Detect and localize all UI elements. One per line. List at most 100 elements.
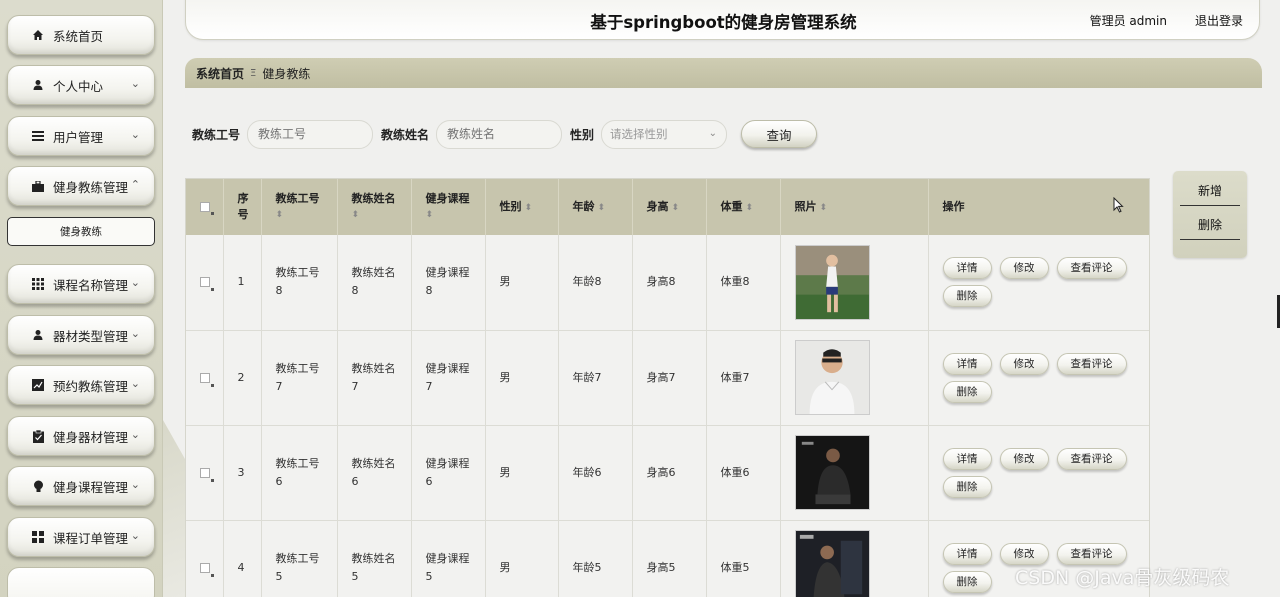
menu-coach-booking-label: 预约教练管理 <box>53 378 129 394</box>
menu-course-management[interactable]: 健身课程管理 ⌄ <box>7 466 155 506</box>
col-course[interactable]: 健身课程 ⬍ <box>411 179 486 235</box>
col-coach-id[interactable]: 教练工号 ⬍ <box>261 179 338 235</box>
breadcrumb-home[interactable]: 系统首页 <box>196 65 244 82</box>
coach-name-input[interactable] <box>436 119 563 149</box>
table-row: 2 教练工号7 教练姓名7 健身课程7 男 年龄7 身高7 体重7 详情 修改 … <box>186 330 1149 426</box>
delete-button[interactable]: 删除 <box>942 475 992 498</box>
row-checkbox[interactable] <box>186 235 224 331</box>
menu-course-order-management[interactable]: 课程订单管理 ⌄ <box>7 517 155 557</box>
view-reviews-button[interactable]: 查看评论 <box>1056 257 1127 280</box>
mouse-cursor-icon <box>1113 197 1124 213</box>
cell-ops: 详情 修改 查看评论 删除 <box>928 235 1149 331</box>
cell-ops: 详情 修改 查看评论 删除 <box>928 425 1149 521</box>
menu-home-label: 系统首页 <box>53 28 104 44</box>
edit-button[interactable]: 修改 <box>999 257 1049 280</box>
menu-coach-booking-management[interactable]: 预约教练管理 ⌄ <box>7 365 155 405</box>
breadcrumb-current: 健身教练 <box>262 66 311 81</box>
menu-equipment-label: 健身器材管理 <box>53 429 129 445</box>
gender-select-placeholder: 请选择性别 <box>610 127 668 141</box>
cell-height: 身高5 <box>632 520 707 597</box>
cell-coach-id: 教练工号8 <box>261 235 338 331</box>
cell-coach-name: 教练姓名6 <box>337 425 412 521</box>
row-checkbox[interactable] <box>186 520 224 597</box>
view-reviews-button[interactable]: 查看评论 <box>1056 542 1127 565</box>
logout-link[interactable]: 退出登录 <box>1195 12 1243 29</box>
coach-photo[interactable] <box>794 530 870 597</box>
menu-coach-management[interactable]: 健身教练管理 ⌃ <box>7 166 155 206</box>
cell-age: 年龄6 <box>558 425 633 521</box>
query-button[interactable]: 查询 <box>741 120 817 148</box>
menu-equipment-type-management[interactable]: 器材类型管理 ⌄ <box>7 315 155 355</box>
cell-photo <box>780 330 929 426</box>
breadcrumb-separator: Ξ <box>250 67 257 79</box>
cell-coach-name: 教练姓名5 <box>337 520 412 597</box>
cell-index: 2 <box>223 330 262 426</box>
detail-button[interactable]: 详情 <box>942 542 992 565</box>
col-coach-name[interactable]: 教练姓名 ⬍ <box>337 179 412 235</box>
add-button[interactable]: 新增 <box>1180 176 1240 206</box>
coach-photo[interactable] <box>794 435 870 510</box>
cell-height: 身高7 <box>632 330 707 426</box>
edit-button[interactable]: 修改 <box>999 542 1049 565</box>
coach-photo[interactable] <box>794 244 870 320</box>
coach-id-label: 教练工号 <box>192 127 241 142</box>
chevron-down-icon: ⌄ <box>130 327 140 340</box>
col-photo[interactable]: 照片 ⬍ <box>780 179 929 235</box>
delete-button[interactable]: 删除 <box>942 285 992 308</box>
col-age[interactable]: 年龄 ⬍ <box>558 179 633 235</box>
detail-button[interactable]: 详情 <box>942 447 992 470</box>
delete-button[interactable]: 删除 <box>942 570 992 593</box>
cell-photo <box>780 425 929 521</box>
cell-coach-id: 教练工号7 <box>261 330 338 426</box>
menu-home[interactable]: 系统首页 <box>7 15 155 55</box>
gender-select[interactable]: 请选择性别 ⌄ <box>601 119 728 149</box>
submenu-coach[interactable]: 健身教练 <box>7 217 155 246</box>
sort-icon: ⬍ <box>275 210 284 220</box>
select-all-checkbox[interactable] <box>186 179 224 235</box>
sort-icon: ⬍ <box>671 202 680 213</box>
coach-id-input[interactable] <box>247 119 374 149</box>
menu-user-management-label: 用户管理 <box>53 129 104 145</box>
menu-coach-management-label: 健身教练管理 <box>53 179 129 195</box>
view-reviews-button[interactable]: 查看评论 <box>1056 447 1127 470</box>
menu-personal-center[interactable]: 个人中心 ⌄ <box>7 65 155 105</box>
cell-age: 年龄8 <box>558 235 633 331</box>
sidebar-decoration <box>163 420 185 597</box>
menu-personal-center-label: 个人中心 <box>53 78 104 94</box>
detail-button[interactable]: 详情 <box>942 257 992 280</box>
menu-course-name-management[interactable]: 课程名称管理 ⌄ <box>7 264 155 304</box>
row-checkbox[interactable] <box>186 330 224 426</box>
menu-user-management[interactable]: 用户管理 ⌄ <box>7 116 155 156</box>
col-height[interactable]: 身高 ⬍ <box>632 179 707 235</box>
cell-index: 4 <box>223 520 262 597</box>
col-index[interactable]: 序号 <box>223 179 262 235</box>
menu-item-partial[interactable] <box>7 567 155 597</box>
cell-photo <box>780 235 929 331</box>
cell-weight: 体重8 <box>706 235 781 331</box>
cell-photo <box>780 520 929 597</box>
table-row: 1 教练工号8 教练姓名8 健身课程8 男 年龄8 身高8 体重8 详情 修改 … <box>186 235 1149 331</box>
cell-coach-name: 教练姓名7 <box>337 330 412 426</box>
edit-button[interactable]: 修改 <box>999 447 1049 470</box>
menu-course-order-label: 课程订单管理 <box>53 530 129 546</box>
grid-icon <box>30 277 46 291</box>
chevron-down-icon: ⌄ <box>130 377 140 390</box>
menu-course-label: 健身课程管理 <box>53 479 129 495</box>
breadcrumb: 系统首页 Ξ 健身教练 <box>185 58 1262 88</box>
current-user: 管理员 admin <box>1089 14 1167 28</box>
batch-delete-button[interactable]: 删除 <box>1180 210 1240 240</box>
detail-button[interactable]: 详情 <box>942 352 992 375</box>
cell-course: 健身课程5 <box>411 520 486 597</box>
row-checkbox[interactable] <box>186 425 224 521</box>
coach-photo[interactable] <box>794 340 870 415</box>
cell-course: 健身课程7 <box>411 330 486 426</box>
menu-equipment-management[interactable]: 健身器材管理 ⌄ <box>7 416 155 456</box>
delete-button[interactable]: 删除 <box>942 380 992 403</box>
cell-weight: 体重5 <box>706 520 781 597</box>
cell-weight: 体重7 <box>706 330 781 426</box>
edit-button[interactable]: 修改 <box>999 352 1049 375</box>
col-weight[interactable]: 体重 ⬍ <box>706 179 781 235</box>
view-reviews-button[interactable]: 查看评论 <box>1056 352 1127 375</box>
col-gender[interactable]: 性别 ⬍ <box>485 179 559 235</box>
sidebar: 系统首页 个人中心 ⌄ 用户管理 ⌄ 健身教练管理 ⌃ 健身教练 课程名称管理 … <box>0 0 163 597</box>
